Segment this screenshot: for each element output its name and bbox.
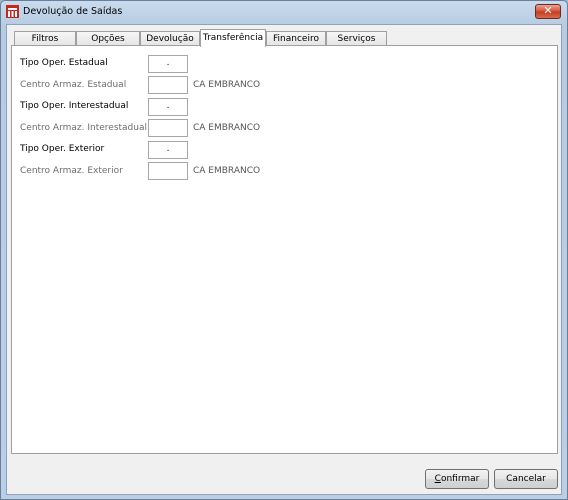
app-logo-icon	[6, 5, 19, 18]
tab-transferencia[interactable]: Transferência	[200, 29, 266, 47]
centro-armaz-interestadual-description: CA EMBRANCO	[193, 123, 261, 133]
tipo-oper-exterior-label: Tipo Oper. Exterior	[20, 144, 105, 154]
confirm-button[interactable]: Confirmar	[425, 469, 489, 489]
tab-panel-transferencia: Tipo Oper. Estadual . Centro Armaz. Esta…	[11, 45, 558, 454]
confirm-label: onfirmar	[440, 474, 480, 484]
tab-financeiro[interactable]: Financeiro	[266, 31, 326, 46]
cancel-button[interactable]: Cancelar	[494, 469, 558, 489]
window-title: Devolução de Saídas	[23, 6, 123, 17]
tipo-oper-estadual-input[interactable]: .	[148, 55, 188, 73]
dialog-window: Devolução de Saídas ✕ Filtros Opções Dev…	[0, 0, 568, 500]
tab-opcoes[interactable]: Opções	[76, 31, 140, 46]
dialog-client-area: Filtros Opções Devolução Transferência F…	[6, 24, 562, 495]
centro-armaz-estadual-description: CA EMBRANCO	[193, 80, 261, 90]
centro-armaz-interestadual-input[interactable]	[148, 119, 188, 137]
tab-devolucao[interactable]: Devolução	[140, 31, 200, 46]
centro-armaz-interestadual-label: Centro Armaz. Interestadual	[20, 123, 147, 133]
centro-armaz-exterior-label: Centro Armaz. Exterior	[20, 166, 123, 176]
centro-armaz-estadual-input[interactable]	[148, 76, 188, 94]
tipo-oper-estadual-label: Tipo Oper. Estadual	[20, 58, 108, 68]
close-icon: ✕	[543, 4, 553, 17]
tipo-oper-interestadual-label: Tipo Oper. Interestadual	[20, 101, 129, 111]
tipo-oper-exterior-input[interactable]: .	[148, 141, 188, 159]
title-bar[interactable]: Devolução de Saídas ✕	[1, 1, 567, 23]
centro-armaz-estadual-label: Centro Armaz. Estadual	[20, 80, 127, 90]
centro-armaz-exterior-input[interactable]	[148, 162, 188, 180]
tab-filtros[interactable]: Filtros	[14, 31, 76, 46]
centro-armaz-exterior-description: CA EMBRANCO	[193, 166, 261, 176]
tipo-oper-interestadual-input[interactable]: .	[148, 98, 188, 116]
tab-servicos[interactable]: Serviços	[326, 31, 387, 46]
close-button[interactable]: ✕	[535, 4, 561, 19]
